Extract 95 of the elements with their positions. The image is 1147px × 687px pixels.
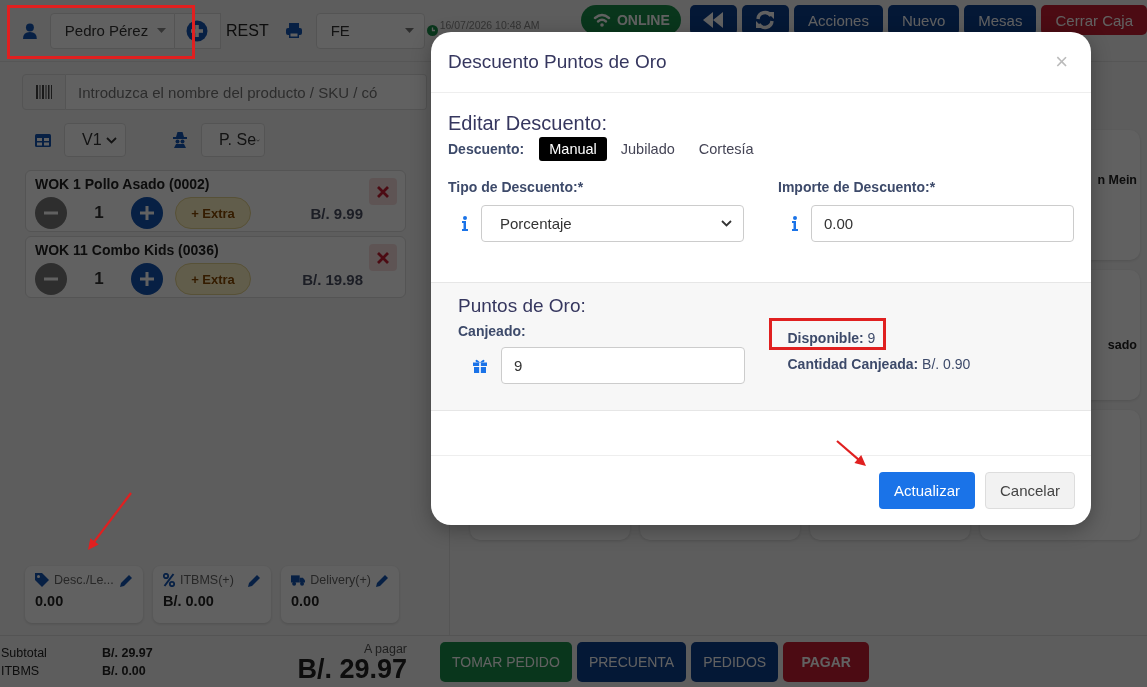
decrease-button[interactable] [35,197,67,229]
tax-value: B/. 0.00 [102,664,147,678]
action-button[interactable]: PRECUENTA [576,642,687,682]
refresh-icon [755,10,776,30]
plus-icon [131,197,163,229]
redeemed-input[interactable]: 9 [501,347,745,384]
action-button[interactable]: PAGAR [783,642,870,682]
adjustment-label: Delivery(+) [310,573,371,587]
item-price: B/. 9.99 [310,204,363,222]
update-button[interactable]: Actualizar [879,472,975,509]
mode-label: REST [226,21,269,40]
barcode-button[interactable] [22,74,66,110]
close-button[interactable]: × [1049,51,1074,73]
document-select[interactable]: FE [315,12,425,49]
item-price: B/. 19.98 [302,270,363,288]
minus-icon [35,197,67,229]
field-label: Importe de Descuento:* [778,179,937,195]
decrease-button[interactable] [35,263,67,295]
delete-button[interactable] [369,244,397,271]
quantity: 1 [93,203,105,223]
edit-button[interactable] [376,573,389,587]
adjustment-value: 0.00 [291,593,321,609]
discount-tab[interactable]: Cortesía [688,137,764,161]
adjustment-label: ITBMS(+) [180,573,234,587]
header-button[interactable]: Nuevo [887,5,960,35]
quantity: 1 [93,269,105,289]
section-title: Puntos de Oro: [458,295,587,317]
printer-icon [285,23,302,38]
gift-icon [472,358,487,373]
due-amount: B/. 29.97 [296,655,407,683]
plus-icon [131,263,163,295]
discount-tab[interactable]: Manual [539,137,607,161]
pencil-icon [120,573,133,587]
chevron-icon [106,136,117,144]
header-button[interactable]: Acciones [794,5,883,35]
chevron-icon [721,220,732,227]
increase-button[interactable] [131,263,163,295]
increase-button[interactable] [131,197,163,229]
amount-input[interactable]: 0.00 [811,205,1074,242]
caret-icon [404,28,414,33]
customer-select[interactable]: Pedro Pérez [49,12,175,49]
wifi-icon [592,13,611,27]
cancel-button[interactable]: Cancelar [984,472,1075,509]
adjustment-label: Desc./Le... [54,573,114,587]
item-name: WOK 1 Pollo Asado (0002) [35,176,211,192]
truck-icon [291,573,306,587]
adjustment-value: 0.00 [35,593,65,609]
online-status[interactable]: ONLINE [581,5,682,35]
redeemed-amount: Cantidad Canjeada: B/. 0.90 [787,356,972,372]
modal-title: Descuento Puntos de Oro [448,51,667,73]
discount-type-select[interactable]: Porcentaje [481,205,744,242]
subtotal-label: Subtotal [1,646,48,660]
product-name: sado [1107,338,1137,352]
edit-button[interactable] [120,573,133,587]
pencil-icon [376,573,389,587]
info-icon [791,216,798,231]
extra-button[interactable]: + Extra [175,263,251,295]
minus-icon [35,263,67,295]
user-icon [23,22,37,39]
barcode-icon [36,85,52,99]
product-name: n Mein [1097,173,1137,187]
section-title: Editar Descuento: [448,112,608,135]
caret-icon [156,28,166,33]
discount-tab[interactable]: Jubilado [610,137,685,161]
delete-icon [377,185,389,198]
edit-button[interactable] [248,573,261,587]
pencil-icon [248,573,261,587]
refresh-button[interactable] [741,5,790,35]
rewind-icon [703,12,724,28]
table-icon [35,133,51,147]
field-label: Tipo de Descuento:* [448,179,585,195]
action-button[interactable]: TOMAR PEDIDO [440,642,572,682]
available-points: Disponible: 9 [787,330,876,346]
field-label: Canjeado: [458,323,527,339]
spy-icon [173,132,187,148]
item-name: WOK 11 Combo Kids (0036) [35,242,220,258]
waiter-select[interactable]: P. Se [201,123,265,157]
header-button[interactable]: Mesas [964,5,1037,35]
percent-icon [163,573,175,587]
subtotal-value: B/. 29.97 [102,646,154,660]
rewind-button[interactable] [690,5,737,35]
discount-label: Descuento: [448,141,525,157]
delete-button[interactable] [369,178,397,205]
header-button[interactable]: Cerrar Caja [1041,5,1147,35]
due-label: A pagar [362,641,407,656]
table-select[interactable]: V1 [64,123,126,157]
info-icon [461,216,468,231]
adjustment-value: B/. 0.00 [163,593,215,609]
tag-icon [35,573,49,587]
clock-icon [426,25,438,36]
tax-label: ITBMS [1,664,41,678]
action-button[interactable]: PEDIDOS [691,642,779,682]
extra-button[interactable]: + Extra [175,197,251,229]
plus-icon [186,19,209,42]
delete-icon [377,251,389,264]
